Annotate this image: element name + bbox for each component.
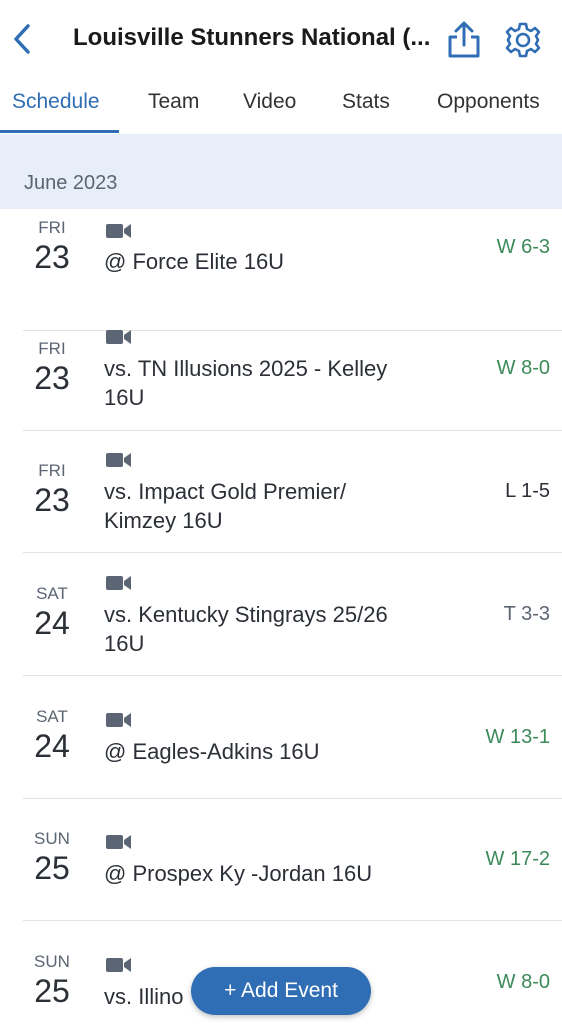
- event-row[interactable]: SAT 24 vs. Kentucky Stingrays 25/26 16U …: [0, 553, 562, 676]
- month-section-header: June 2023: [0, 134, 562, 209]
- tab-bar: Schedule Team Video Stats Opponents: [0, 78, 562, 135]
- active-tab-indicator: [0, 130, 119, 133]
- event-result: T 3-3: [503, 603, 550, 625]
- settings-button[interactable]: [503, 20, 543, 60]
- event-day: 24: [34, 728, 70, 764]
- event-opponent: @ Eagles-Adkins 16U: [104, 739, 320, 764]
- event-result: L 1-5: [505, 480, 550, 502]
- page-title: Louisville Stunners National (...: [73, 24, 431, 51]
- tab-stats[interactable]: Stats: [342, 90, 390, 114]
- tab-video[interactable]: Video: [243, 90, 296, 114]
- event-weekday: SAT: [36, 707, 68, 726]
- event-day: 25: [34, 973, 70, 1009]
- tab-schedule[interactable]: Schedule: [12, 90, 100, 114]
- event-day: 23: [34, 239, 70, 275]
- event-result: W 8-0: [496, 971, 550, 993]
- event-opponent: @ Prospex Ky -Jordan 16U: [104, 861, 373, 886]
- event-opponent: vs. Kentucky Stingrays 25/26 16U: [104, 602, 388, 656]
- share-icon: [448, 21, 480, 58]
- event-weekday: SUN: [34, 829, 70, 848]
- event-row[interactable]: SUN 25 @ Prospex Ky -Jordan 16U W 17-2: [0, 798, 562, 921]
- event-result: W 13-1: [485, 726, 550, 748]
- video-camera-icon: [106, 453, 131, 467]
- event-opponent: @ Force Elite 16U: [104, 249, 285, 274]
- event-day: 23: [34, 360, 70, 396]
- event-weekday: FRI: [38, 461, 66, 480]
- event-weekday: SUN: [34, 952, 70, 971]
- video-camera-icon: [106, 330, 131, 344]
- tab-opponents[interactable]: Opponents: [437, 90, 540, 114]
- event-day: 23: [34, 482, 70, 518]
- event-weekday: FRI: [38, 339, 66, 358]
- video-camera-icon: [106, 576, 131, 590]
- share-button[interactable]: [444, 20, 484, 60]
- event-row[interactable]: FRI 23 vs. Impact Gold Premier/ Kimzey 1…: [0, 430, 562, 553]
- event-weekday: FRI: [38, 218, 66, 237]
- event-row[interactable]: FRI 23 vs. TN Illusions 2025 - Kelley 16…: [0, 308, 562, 431]
- add-event-button[interactable]: + Add Event: [191, 967, 371, 1015]
- video-camera-icon: [106, 713, 131, 727]
- event-result: W 8-0: [496, 357, 550, 379]
- schedule-list[interactable]: FRI 23 @ Force Elite 16U W 6-3 FRI 23 vs…: [0, 209, 562, 1024]
- event-row[interactable]: SAT 24 @ Eagles-Adkins 16U W 13-1: [0, 676, 562, 799]
- event-day: 24: [34, 605, 70, 641]
- event-opponent: vs. Impact Gold Premier/ Kimzey 16U: [104, 479, 347, 533]
- chevron-left-icon: [14, 24, 30, 54]
- event-weekday: SAT: [36, 584, 68, 603]
- month-label: June 2023: [24, 172, 118, 194]
- event-day: 25: [34, 850, 70, 886]
- video-camera-icon: [106, 958, 131, 972]
- gear-icon: [505, 22, 541, 58]
- video-camera-icon: [106, 835, 131, 849]
- video-camera-icon: [106, 224, 131, 238]
- event-result: W 6-3: [496, 236, 550, 258]
- tab-team[interactable]: Team: [148, 90, 199, 114]
- event-result: W 17-2: [485, 848, 550, 870]
- back-button[interactable]: [8, 20, 36, 58]
- top-bar: Louisville Stunners National (...: [0, 0, 562, 78]
- event-opponent: vs. TN Illusions 2025 - Kelley 16U: [104, 356, 388, 410]
